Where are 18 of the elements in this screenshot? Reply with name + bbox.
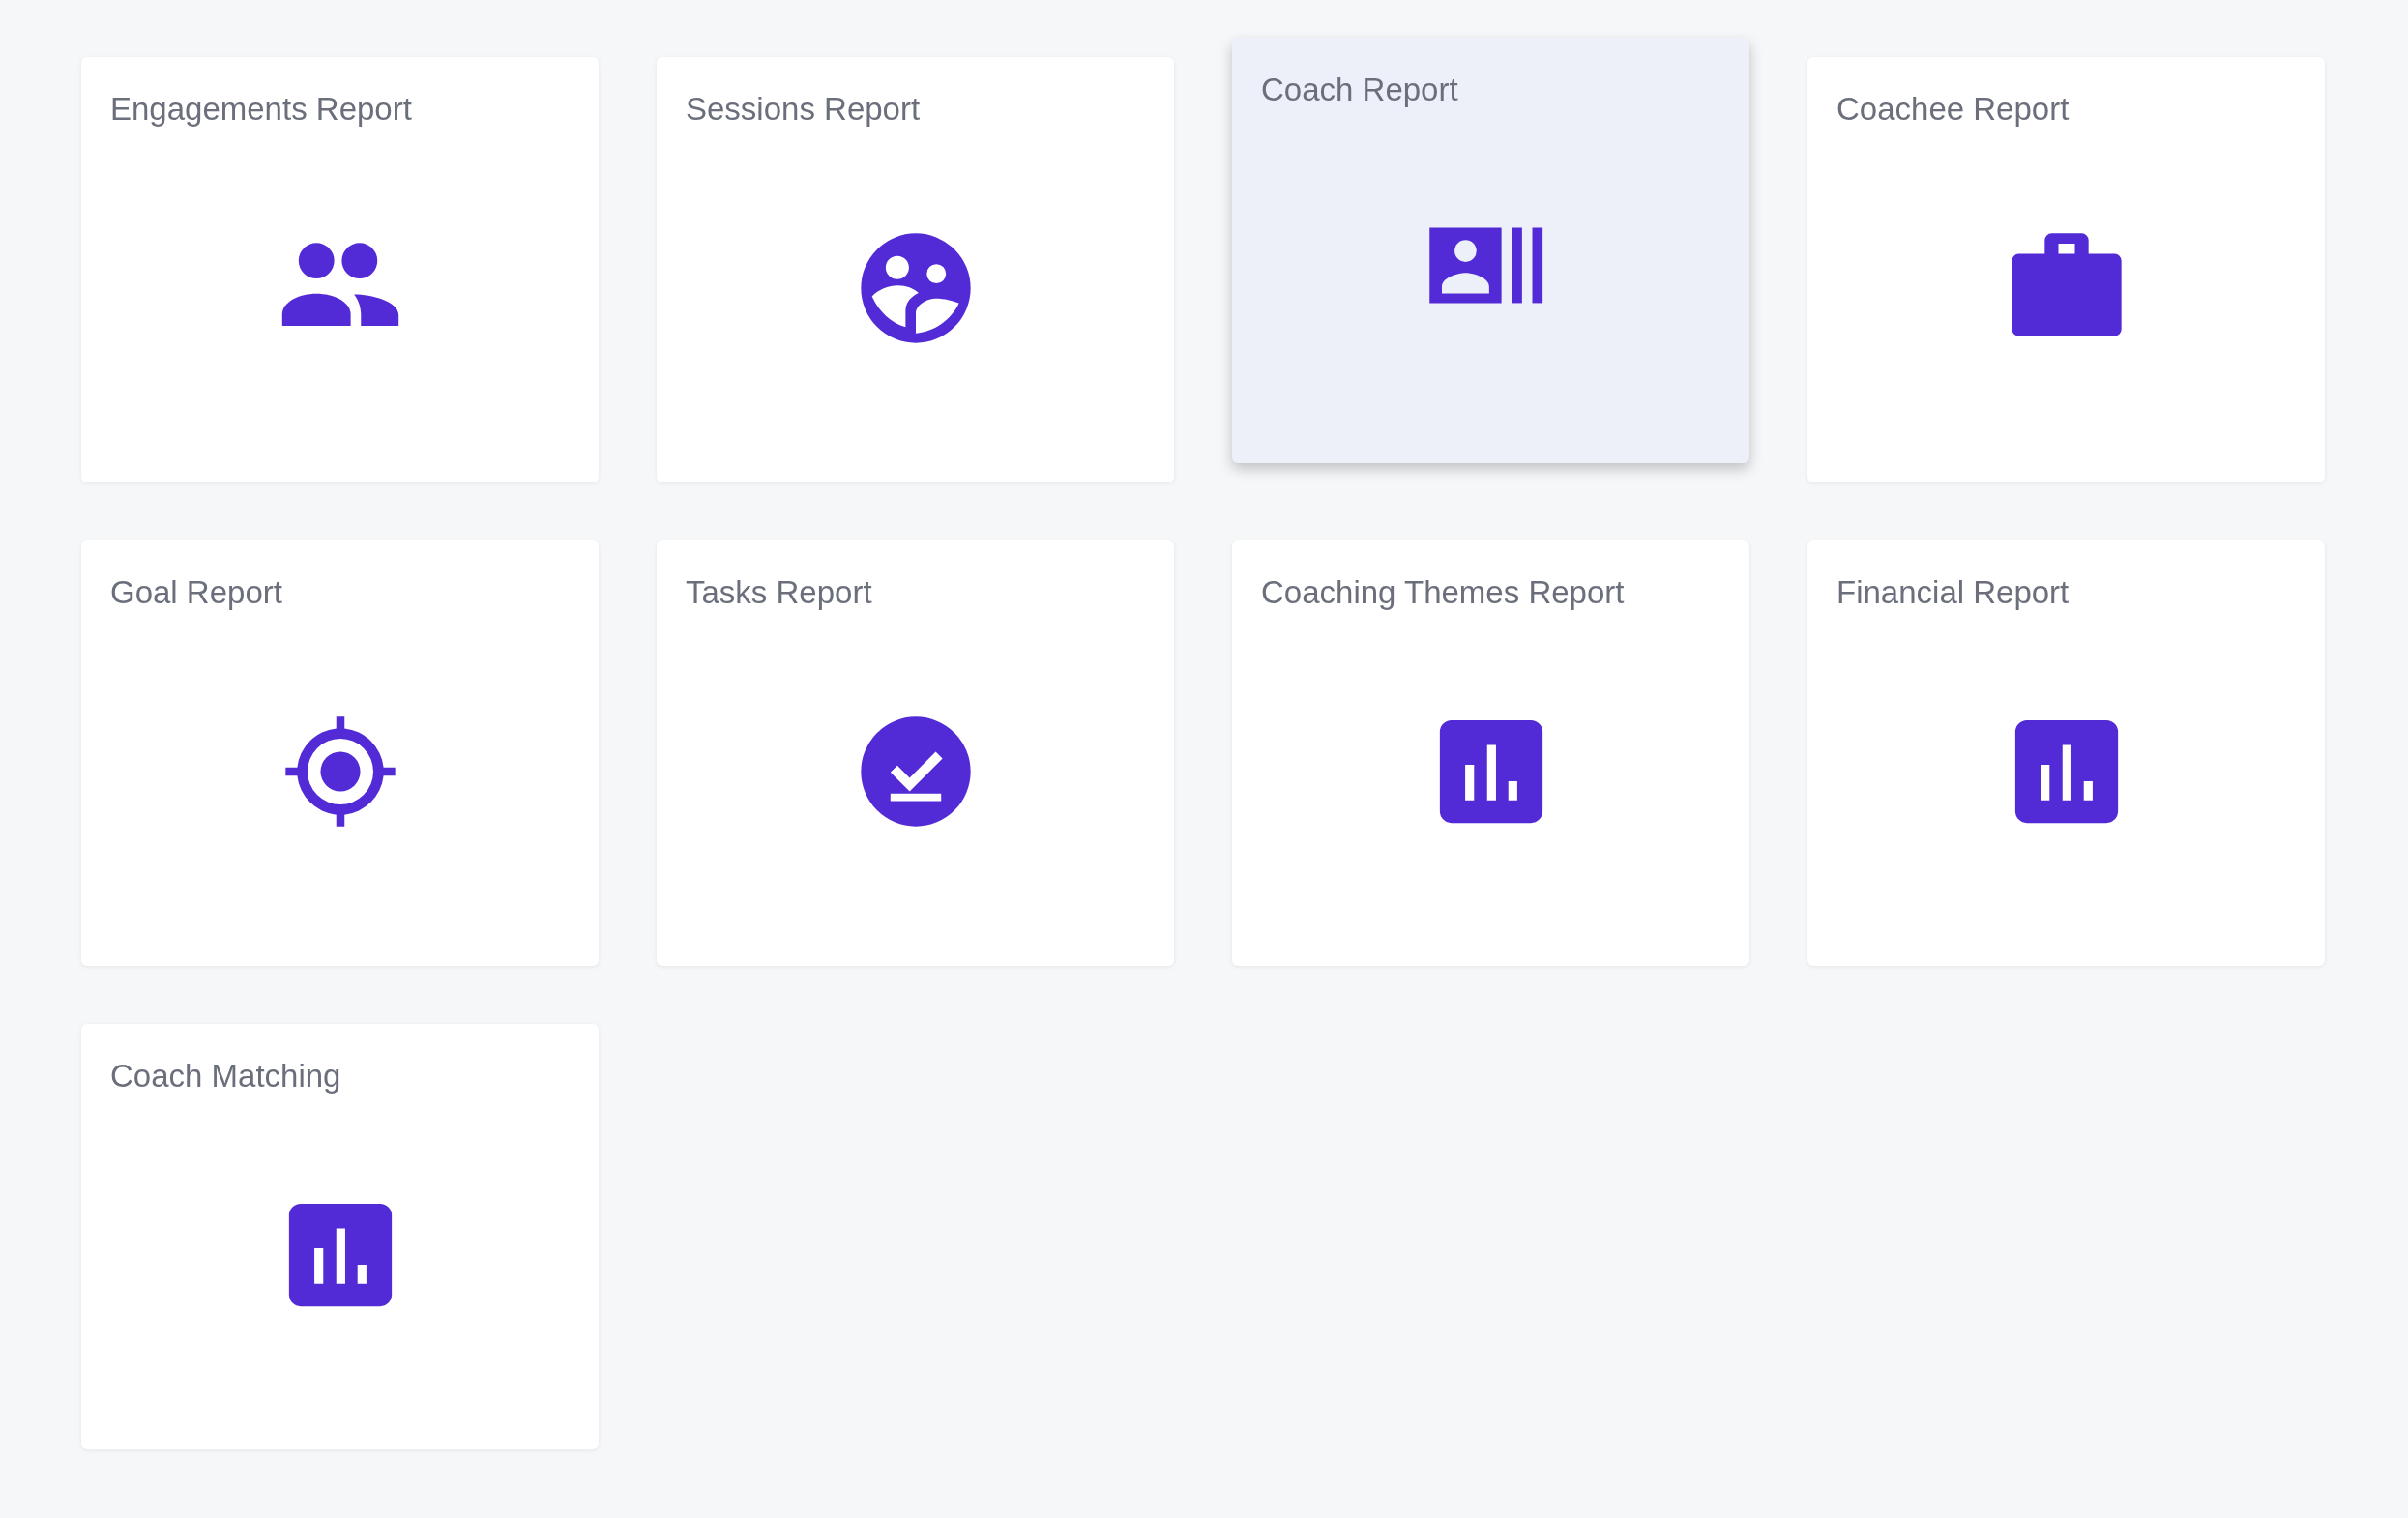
card-title: Goal Report: [110, 573, 282, 612]
report-card[interactable]: Financial Report: [1807, 540, 2325, 966]
report-card[interactable]: Sessions Report: [657, 57, 1174, 482]
report-card[interactable]: Coach Report: [1232, 38, 1749, 463]
card-title: Coach Matching: [110, 1057, 341, 1095]
report-card[interactable]: Goal Report: [81, 540, 599, 966]
report-card[interactable]: Tasks Report: [657, 540, 1174, 966]
report-card[interactable]: Engagements Report: [81, 57, 599, 482]
report-card[interactable]: Coachee Report: [1807, 57, 2325, 482]
card-title: Sessions Report: [686, 90, 921, 129]
card-title: Coaching Themes Report: [1261, 573, 1625, 612]
card-title: Tasks Report: [686, 573, 872, 612]
card-title: Financial Report: [1836, 573, 2070, 612]
card-title: Coachee Report: [1836, 90, 2070, 129]
card-title: Engagements Report: [110, 90, 412, 129]
report-card[interactable]: Coach Matching: [81, 1024, 599, 1449]
card-title: Coach Report: [1261, 71, 1458, 109]
report-card[interactable]: Coaching Themes Report: [1232, 540, 1749, 966]
